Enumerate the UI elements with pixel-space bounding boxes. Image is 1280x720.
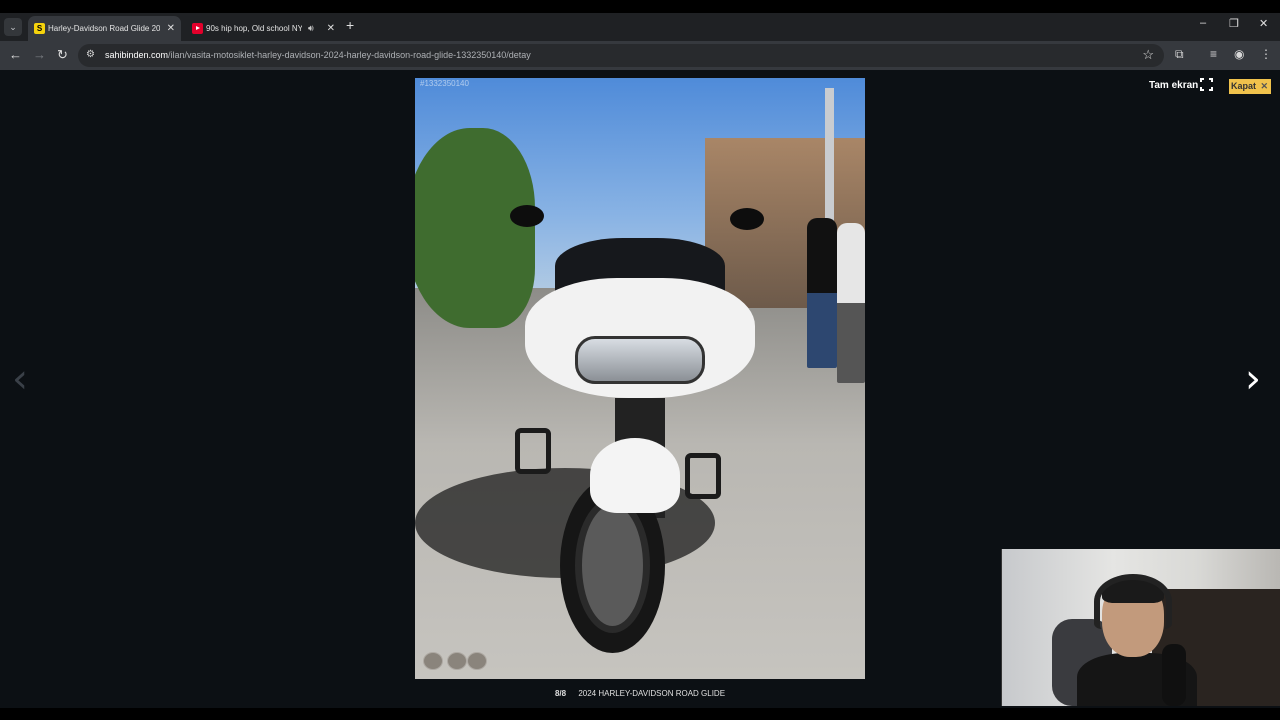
photo-counter: 8/8 [554, 689, 567, 698]
youtube-icon [192, 23, 203, 34]
window-bottom-strip [0, 708, 1280, 720]
browser-toolbar: ← → ↻ ⚙ sahibinden.com/ilan/vasita-motos… [0, 41, 1280, 70]
tab-title: Harley-Davidson Road Glide 20 [48, 24, 160, 33]
webcam-overlay [1001, 549, 1280, 706]
media-controls-icon[interactable]: ≡ [1210, 47, 1217, 61]
address-bar[interactable]: ⚙ sahibinden.com/ilan/vasita-motosiklet-… [78, 44, 1164, 67]
url-host: sahibinden.com [105, 50, 169, 60]
headset-icon [1094, 574, 1172, 629]
menu-kebab-icon[interactable]: ⋮ [1260, 47, 1272, 61]
minimize-icon[interactable]: – [1200, 17, 1206, 29]
listing-photo: #1332350140 [415, 78, 865, 679]
forward-arrow-icon[interactable]: → [33, 47, 46, 62]
next-photo-chevron-icon[interactable]: › [1245, 356, 1261, 402]
close-tab-icon[interactable]: ✕ [327, 16, 335, 41]
microphone-icon [1162, 644, 1186, 706]
previous-photo-chevron-icon[interactable]: ‹ [12, 356, 28, 402]
url-text[interactable]: sahibinden.com/ilan/vasita-motosiklet-ha… [105, 50, 531, 60]
tab-90s-hip-hop[interactable]: 90s hip hop, Old school NY 🔊︎ ✕ [186, 16, 341, 41]
photo-title: 2024 HARLEY-DAVIDSON ROAD GLIDE [578, 689, 726, 698]
speaker-icon[interactable]: 🔊︎ [308, 16, 314, 41]
site-info-icon[interactable]: ⚙ [86, 49, 95, 60]
bookmark-star-icon[interactable]: ☆ [1142, 47, 1154, 63]
dealer-logo-icon [447, 652, 467, 670]
dealer-logo-icon [467, 652, 487, 670]
tab-search-button[interactable]: ⌄ [4, 18, 22, 36]
close-viewer-label: Kapat [1231, 81, 1257, 91]
close-viewer-button[interactable]: Kapat ✕ [1229, 79, 1271, 94]
profile-icon[interactable]: ◉ [1234, 47, 1244, 61]
window-close-icon[interactable]: ✕ [1259, 17, 1268, 30]
tab-harley-davidson[interactable]: S Harley-Davidson Road Glide 20 ✕ [28, 16, 181, 41]
fullscreen-button[interactable]: Tam ekran [1149, 80, 1198, 91]
photo-watermark: #1332350140 [420, 79, 469, 88]
close-icon: ✕ [1260, 81, 1268, 91]
url-path: /ilan/vasita-motosiklet-harley-davidson-… [168, 50, 531, 60]
restore-icon[interactable]: ❐ [1229, 17, 1239, 30]
fullscreen-icon[interactable] [1199, 77, 1214, 92]
tab-bar: ⌄ S Harley-Davidson Road Glide 20 ✕ 90s … [0, 13, 1280, 41]
dealer-logo-icon [423, 652, 443, 670]
close-tab-icon[interactable]: ✕ [167, 16, 175, 41]
tab-title: 90s hip hop, Old school NY [206, 24, 302, 33]
sahibinden-favicon-icon: S [34, 23, 45, 34]
back-arrow-icon[interactable]: ← [9, 47, 22, 62]
reload-icon[interactable]: ↻ [57, 47, 68, 63]
window-top-strip [0, 0, 1280, 13]
new-tab-icon[interactable]: + [346, 17, 354, 33]
extensions-icon[interactable]: ⧉ [1175, 47, 1184, 62]
